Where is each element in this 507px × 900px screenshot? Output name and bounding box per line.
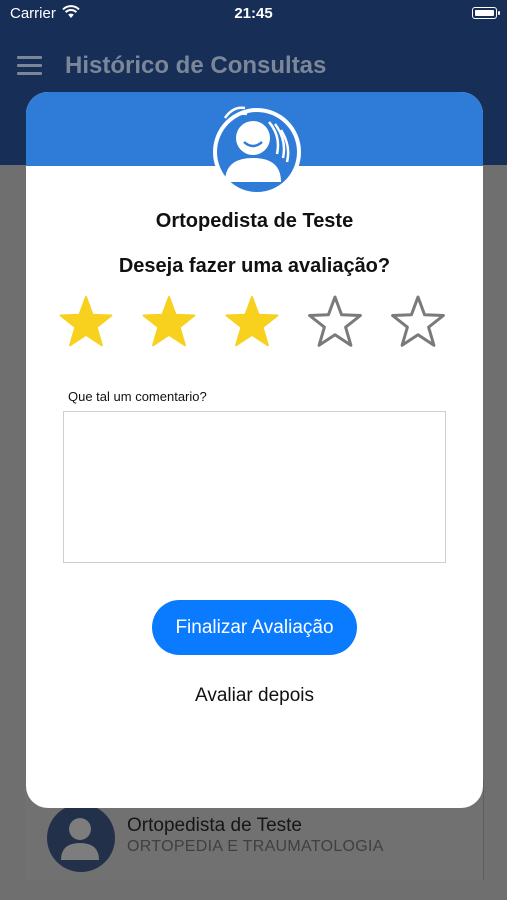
comment-label: Que tal um comentario?: [68, 389, 207, 404]
star-icon[interactable]: [141, 295, 197, 349]
rating-modal: Ortopedista de Teste Deseja fazer uma av…: [26, 92, 483, 808]
comment-textarea[interactable]: [63, 411, 446, 563]
rate-later-link[interactable]: Avaliar depois: [26, 685, 483, 707]
star-rating: [58, 295, 458, 351]
doctor-avatar-icon: [213, 106, 301, 196]
star-icon[interactable]: [390, 295, 446, 349]
finish-rating-button[interactable]: Finalizar Avaliação: [152, 600, 357, 655]
doctor-name: Ortopedista de Teste: [127, 815, 302, 836]
star-icon[interactable]: [58, 295, 114, 349]
doctor-avatar-icon: [47, 804, 115, 872]
star-icon[interactable]: [224, 295, 280, 349]
battery-icon: [472, 7, 500, 19]
doctor-name: Ortopedista de Teste: [155, 210, 354, 232]
doctor-specialty: ORTOPEDIA E TRAUMATOLOGIA: [127, 838, 384, 855]
rating-question: Deseja fazer uma avaliação?: [118, 255, 391, 277]
menu-icon[interactable]: [17, 56, 42, 75]
page-title: Histórico de Consultas: [65, 52, 327, 79]
star-icon[interactable]: [307, 295, 363, 349]
clock: 21:45: [234, 5, 273, 22]
status-bar: Carrier 21:45: [0, 0, 507, 30]
